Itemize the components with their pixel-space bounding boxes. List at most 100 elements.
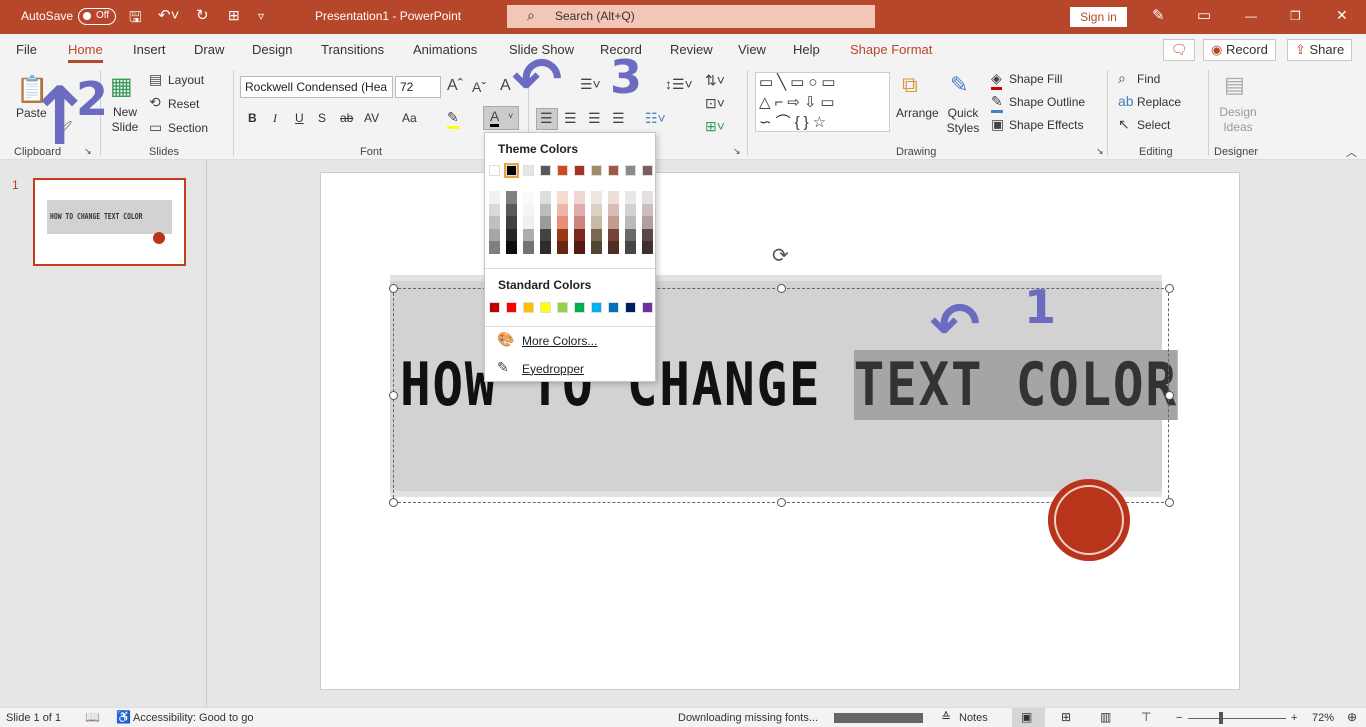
clear-formatting-icon[interactable]: A: [500, 77, 511, 95]
theme-shade-swatch[interactable]: [608, 241, 619, 254]
theme-color-swatch[interactable]: [523, 165, 534, 176]
theme-color-swatch[interactable]: [591, 165, 602, 176]
text-direction-icon[interactable]: ⇅˅: [705, 72, 725, 89]
theme-shade-swatch[interactable]: [506, 203, 517, 216]
theme-shade-swatch[interactable]: [608, 216, 619, 229]
theme-shade-swatch[interactable]: [574, 216, 585, 229]
align-right-icon[interactable]: ☰: [588, 110, 601, 127]
theme-shade-swatch[interactable]: [608, 203, 619, 216]
present-icon[interactable]: ⊞: [228, 7, 240, 24]
ribbon-display-icon[interactable]: ▭: [1197, 6, 1211, 24]
standard-color-swatch[interactable]: [489, 302, 500, 313]
theme-color-swatch[interactable]: [557, 165, 568, 176]
theme-shade-swatch[interactable]: [557, 191, 568, 204]
tab-home[interactable]: Home: [68, 42, 103, 63]
theme-shade-swatch[interactable]: [557, 228, 568, 241]
highlight-color-icon[interactable]: ✎: [447, 109, 459, 129]
line-spacing-icon[interactable]: ↕☰˅: [665, 76, 693, 93]
more-colors-item[interactable]: More Colors...: [522, 334, 597, 348]
shapes-gallery[interactable]: ▭╲▭○▭ △⌐⇨⇩▭ ∽⌒{}☆: [755, 72, 890, 132]
theme-color-swatch[interactable]: [642, 165, 653, 176]
zoom-in-button[interactable]: +: [1291, 712, 1297, 724]
reset-button[interactable]: Reset: [168, 97, 199, 111]
zoom-slider[interactable]: [1188, 718, 1286, 719]
standard-color-swatch[interactable]: [540, 302, 551, 313]
theme-shade-swatch[interactable]: [625, 241, 636, 254]
spelling-icon[interactable]: 📖: [85, 710, 100, 724]
standard-color-swatch[interactable]: [574, 302, 585, 313]
theme-shade-swatch[interactable]: [523, 216, 534, 229]
find-button[interactable]: Find: [1137, 72, 1160, 86]
theme-shade-swatch[interactable]: [506, 216, 517, 229]
tab-file[interactable]: File: [16, 42, 37, 57]
theme-shade-swatch[interactable]: [506, 228, 517, 241]
zoom-slider-thumb[interactable]: [1219, 712, 1223, 724]
underline-button[interactable]: U: [295, 111, 304, 125]
shrink-font-icon[interactable]: Aˇ: [472, 79, 486, 95]
theme-shade-swatch[interactable]: [523, 241, 534, 254]
comments-button[interactable]: 🗨: [1163, 39, 1195, 61]
save-icon[interactable]: 🖫: [129, 7, 142, 32]
tab-help[interactable]: Help: [793, 42, 820, 57]
standard-color-swatch[interactable]: [591, 302, 602, 313]
close-icon[interactable]: ✕: [1336, 7, 1348, 24]
quick-styles-icon[interactable]: ✎: [950, 72, 968, 98]
standard-color-swatch[interactable]: [642, 302, 653, 313]
grow-font-icon[interactable]: Aˆ: [447, 77, 463, 95]
notes-button[interactable]: Notes: [959, 712, 988, 724]
justify-icon[interactable]: ☰: [612, 110, 625, 127]
standard-color-swatch[interactable]: [608, 302, 619, 313]
theme-shade-swatch[interactable]: [642, 216, 653, 229]
slide-sorter-icon[interactable]: ⊞: [1061, 710, 1071, 724]
theme-shade-swatch[interactable]: [489, 241, 500, 254]
tab-animations[interactable]: Animations: [413, 42, 477, 57]
theme-shade-swatch[interactable]: [625, 228, 636, 241]
theme-shade-swatch[interactable]: [608, 228, 619, 241]
undo-icon[interactable]: ↶˅: [158, 6, 179, 24]
standard-color-swatch[interactable]: [506, 302, 517, 313]
italic-button[interactable]: I: [273, 111, 277, 126]
resize-handle[interactable]: [1165, 284, 1174, 293]
shape-outline-button[interactable]: Shape Outline: [1009, 95, 1085, 109]
theme-shade-swatch[interactable]: [608, 191, 619, 204]
standard-color-swatch[interactable]: [625, 302, 636, 313]
replace-button[interactable]: Replace: [1137, 95, 1181, 109]
tab-view[interactable]: View: [738, 42, 766, 57]
slide-thumbnail-1[interactable]: HOW TO CHANGE TEXT COLOR: [33, 178, 186, 266]
tab-draw[interactable]: Draw: [194, 42, 224, 57]
theme-shade-swatch[interactable]: [642, 203, 653, 216]
section-button[interactable]: Section: [168, 121, 208, 135]
align-center-icon[interactable]: ☰: [564, 110, 577, 127]
font-size-select[interactable]: 72: [395, 76, 441, 98]
theme-color-swatch[interactable]: [608, 165, 619, 176]
theme-shade-swatch[interactable]: [523, 203, 534, 216]
maximize-icon[interactable]: ❐: [1290, 9, 1301, 23]
accessibility-icon[interactable]: ♿: [116, 710, 131, 724]
font-name-select[interactable]: Rockwell Condensed (Hea: [240, 76, 393, 98]
zoom-out-button[interactable]: −: [1176, 712, 1182, 724]
sign-in-button[interactable]: Sign in: [1070, 7, 1127, 27]
strikethrough-button[interactable]: ab: [340, 111, 353, 125]
change-case-button[interactable]: Aa: [402, 111, 417, 125]
theme-shade-swatch[interactable]: [642, 241, 653, 254]
smartart-icon[interactable]: ⊞˅: [705, 118, 725, 135]
theme-color-swatch[interactable]: [574, 165, 585, 176]
eyedropper-item[interactable]: Eyedropper: [522, 362, 584, 376]
theme-shade-swatch[interactable]: [574, 191, 585, 204]
theme-shade-swatch[interactable]: [591, 191, 602, 204]
slideshow-icon[interactable]: ⊤: [1141, 710, 1151, 724]
theme-color-swatch[interactable]: [540, 165, 551, 176]
theme-color-swatch[interactable]: [625, 165, 636, 176]
record-button[interactable]: ◉ Record: [1203, 39, 1276, 61]
new-slide-icon[interactable]: ▦: [110, 72, 133, 101]
paragraph-launcher-icon[interactable]: ↘: [733, 146, 741, 157]
theme-shade-swatch[interactable]: [506, 241, 517, 254]
fit-slide-icon[interactable]: ⊕: [1347, 710, 1357, 724]
shadow-button[interactable]: S: [318, 111, 326, 125]
resize-handle[interactable]: [777, 498, 786, 507]
theme-shade-swatch[interactable]: [540, 203, 551, 216]
normal-view-icon[interactable]: ▣: [1021, 710, 1032, 724]
collapse-ribbon-icon[interactable]: ︿: [1346, 144, 1357, 160]
resize-handle[interactable]: [389, 498, 398, 507]
theme-shade-swatch[interactable]: [557, 203, 568, 216]
